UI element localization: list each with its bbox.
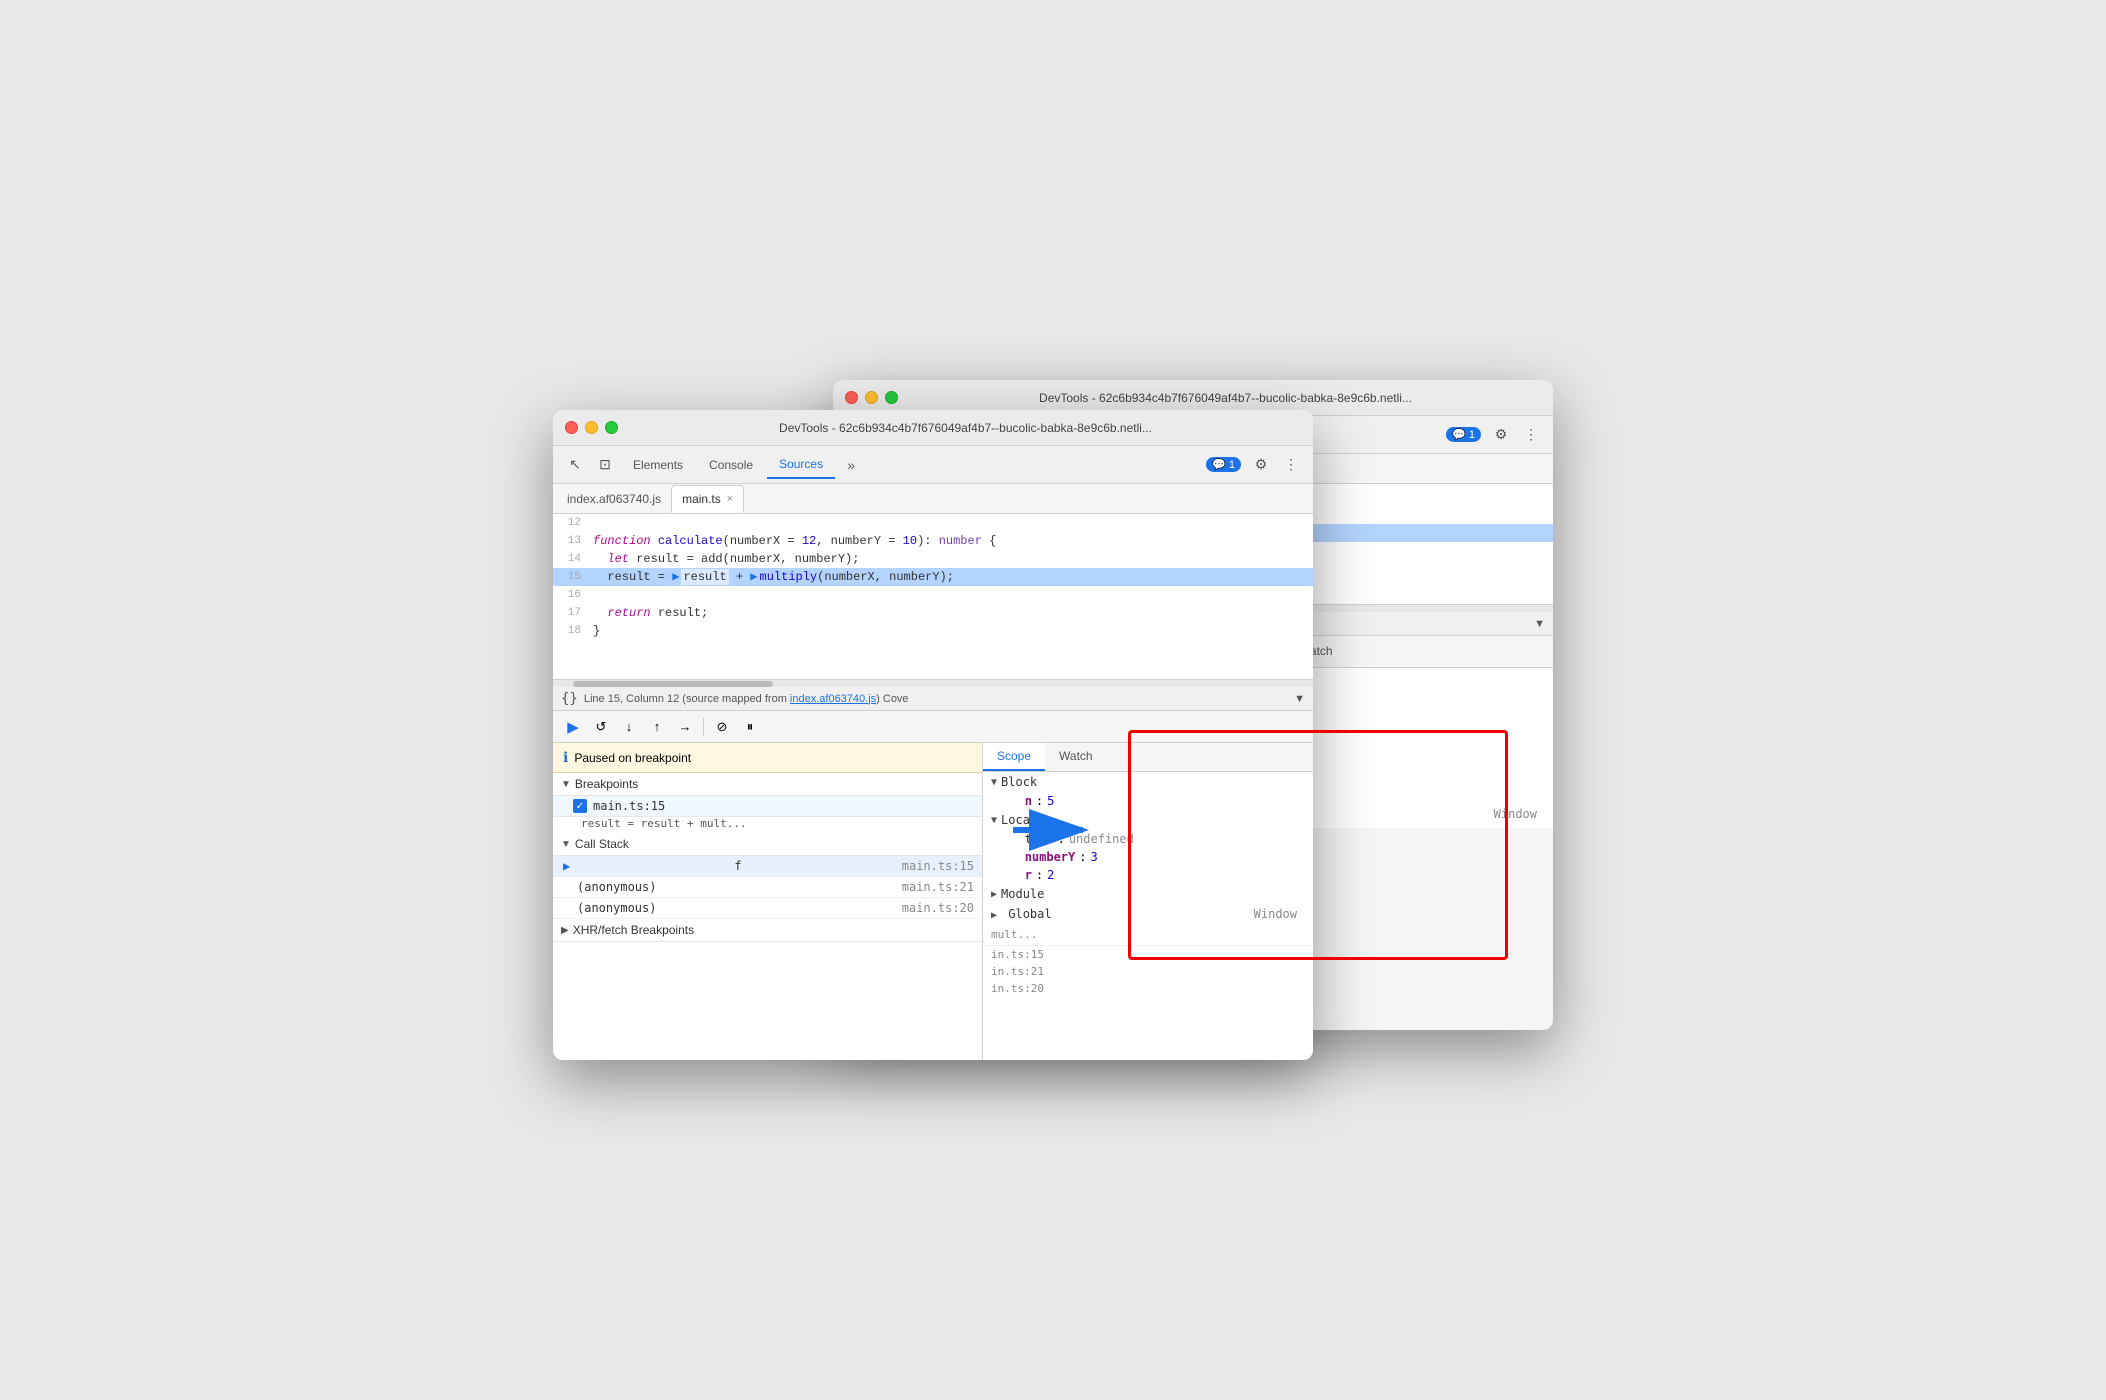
breakpoints-label: Breakpoints — [575, 777, 638, 791]
front-window: DevTools - 62c6b934c4b7f676049af4b7--buc… — [553, 410, 1313, 1060]
tab-console-front[interactable]: Console — [697, 451, 765, 479]
tab-sources-front[interactable]: Sources — [767, 451, 835, 479]
front-toolbar: ↖ ⊡ Elements Console Sources » 💬 1 ⚙ ⋮ — [553, 446, 1313, 484]
call-stack-f-name: f — [734, 859, 741, 873]
code-line-15: 15 result = ▶result + ▶multiply(numberX,… — [553, 568, 1313, 586]
code-line-16: 16 — [553, 586, 1313, 604]
badge-back: 💬 1 — [1446, 427, 1481, 442]
call-stack-header[interactable]: ▼ Call Stack — [553, 833, 982, 856]
front-status-bar: {} Line 15, Column 12 (source mapped fro… — [553, 687, 1313, 711]
file-tab-close-front[interactable]: × — [727, 493, 733, 505]
breakpoint-file: main.ts:15 — [593, 799, 665, 813]
step-over-btn[interactable]: → — [673, 715, 697, 739]
file-tab-js-front[interactable]: index.af063740.js — [557, 485, 671, 513]
front-minimize-button[interactable] — [585, 421, 598, 434]
call-stack-anon1-loc: main.ts:21 — [902, 880, 974, 894]
info-icon: ℹ — [563, 749, 568, 766]
front-module-section[interactable]: ▶ Module — [983, 884, 1313, 904]
front-status-text: Line 15, Column 12 (source mapped from i… — [584, 693, 909, 705]
front-title-bar: DevTools - 62c6b934c4b7f676049af4b7--buc… — [553, 410, 1313, 446]
device-icon[interactable]: ⊡ — [591, 451, 619, 479]
breakpoint-check: ✓ — [573, 799, 587, 813]
front-debug-toolbar: ▶ ↺ ↓ ↑ → ⊘ ⏸ — [553, 711, 1313, 743]
more-icon-back[interactable]: ⋮ — [1517, 421, 1545, 449]
maximize-button[interactable] — [885, 391, 898, 404]
front-global-section[interactable]: ▶ Global Window — [983, 904, 1313, 924]
code-line-12: 12 — [553, 514, 1313, 532]
front-scope-tabs: Scope Watch — [983, 743, 1313, 772]
call-stack-anon2-loc: main.ts:20 — [902, 901, 974, 915]
step-back-btn[interactable]: ↺ — [589, 715, 613, 739]
call-stack-label: Call Stack — [575, 837, 629, 851]
front-code-area: 12 13 function calculate(numberX = 12, n… — [553, 514, 1313, 679]
code-line-17: 17 return result; — [553, 604, 1313, 622]
settings-icon-front[interactable]: ⚙ — [1247, 451, 1275, 479]
breakpoint-code: result = result + mult... — [553, 817, 982, 833]
loc-hint-1: in.ts:15 — [983, 946, 1313, 963]
cursor-icon[interactable]: ↖ — [561, 451, 589, 479]
paused-text: Paused on breakpoint — [574, 751, 691, 765]
file-tab-js-front-label: index.af063740.js — [567, 492, 661, 506]
paused-info: ℹ Paused on breakpoint — [553, 743, 982, 773]
front-maximize-button[interactable] — [605, 421, 618, 434]
more-tabs-icon[interactable]: » — [837, 451, 865, 479]
lower-split: ℹ Paused on breakpoint ▼ Breakpoints ✓ m… — [553, 743, 1313, 1060]
back-status-toggle[interactable]: ▼ — [1534, 618, 1545, 630]
front-file-tabs: index.af063740.js main.ts × — [553, 484, 1313, 514]
code-line-14: 14 let result = add(numberX, numberY); — [553, 550, 1313, 568]
call-stack-anon2[interactable]: (anonymous) main.ts:20 — [553, 898, 982, 919]
front-status-link[interactable]: index.af063740.js — [790, 693, 876, 705]
more-icon-front[interactable]: ⋮ — [1277, 451, 1305, 479]
traffic-lights — [845, 391, 898, 404]
call-stack-f[interactable]: f main.ts:15 — [553, 856, 982, 877]
call-stack-f-loc: main.ts:15 — [902, 859, 974, 873]
front-traffic-lights — [565, 421, 618, 434]
loc-hint-3: in.ts:20 — [983, 980, 1313, 997]
back-window-title: DevTools - 62c6b934c4b7f676049af4b7--buc… — [910, 391, 1541, 405]
front-tab-watch[interactable]: Watch — [1045, 743, 1107, 771]
mult-hint: mult... — [983, 924, 1313, 946]
file-tab-ts-front-label: main.ts — [682, 492, 721, 506]
front-scrollbar[interactable] — [553, 679, 1313, 687]
front-close-button[interactable] — [565, 421, 578, 434]
xhr-header[interactable]: ▶ XHR/fetch Breakpoints — [553, 919, 982, 942]
code-line-18: 18 } — [553, 622, 1313, 640]
tab-elements-front[interactable]: Elements — [621, 451, 695, 479]
breakpoints-toggle-btn[interactable]: ⊘ — [710, 715, 734, 739]
front-block-section[interactable]: ▼ Block — [983, 772, 1313, 792]
call-stack-anon2-name: (anonymous) — [577, 901, 656, 915]
front-tab-scope[interactable]: Scope — [983, 743, 1045, 771]
call-stack-anon1[interactable]: (anonymous) main.ts:21 — [553, 877, 982, 898]
pause-on-exception-btn[interactable]: ⏸ — [738, 715, 762, 739]
format-icon[interactable]: {} — [561, 691, 578, 707]
scene: DevTools - 62c6b934c4b7f676049af4b7--buc… — [553, 340, 1553, 1060]
front-window-title: DevTools - 62c6b934c4b7f676049af4b7--buc… — [630, 421, 1301, 435]
breakpoints-header[interactable]: ▼ Breakpoints — [553, 773, 982, 796]
front-left-panel: ℹ Paused on breakpoint ▼ Breakpoints ✓ m… — [553, 743, 983, 1060]
close-button[interactable] — [845, 391, 858, 404]
call-stack-anon1-name: (anonymous) — [577, 880, 656, 894]
code-line-13: 13 function calculate(numberX = 12, numb… — [553, 532, 1313, 550]
xhr-label: XHR/fetch Breakpoints — [573, 923, 694, 937]
resume-btn[interactable]: ▶ — [561, 715, 585, 739]
breakpoint-item[interactable]: ✓ main.ts:15 — [553, 796, 982, 817]
loc-hint-2: in.ts:21 — [983, 963, 1313, 980]
step-into-btn[interactable]: ↓ — [617, 715, 641, 739]
badge-front: 💬 1 — [1206, 457, 1241, 472]
file-tab-ts-front[interactable]: main.ts × — [671, 485, 744, 513]
minimize-button[interactable] — [865, 391, 878, 404]
blue-arrow — [1008, 805, 1098, 858]
front-right-panel: Scope Watch ▼ Block n: 5 ▼ Local this: u… — [983, 743, 1313, 1060]
front-local-r: r: 2 — [983, 866, 1313, 884]
settings-icon-back[interactable]: ⚙ — [1487, 421, 1515, 449]
step-out-btn[interactable]: ↑ — [645, 715, 669, 739]
front-status-toggle[interactable]: ▼ — [1294, 693, 1305, 705]
